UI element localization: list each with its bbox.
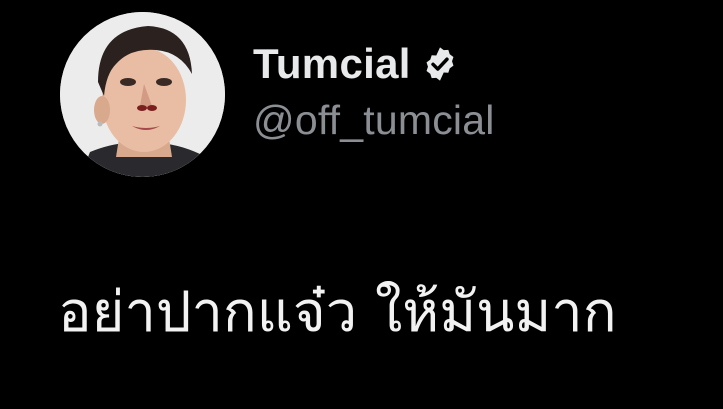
author-name-row: Tumcial (253, 38, 459, 90)
avatar[interactable] (60, 12, 225, 177)
author-handle[interactable]: @off_tumcial (253, 100, 495, 141)
tweet-text: อย่าปากแจ๋ว ให้มันมาก (58, 280, 617, 345)
profile-photo (60, 12, 225, 177)
display-name[interactable]: Tumcial (253, 43, 411, 85)
verified-badge-icon (421, 45, 459, 83)
